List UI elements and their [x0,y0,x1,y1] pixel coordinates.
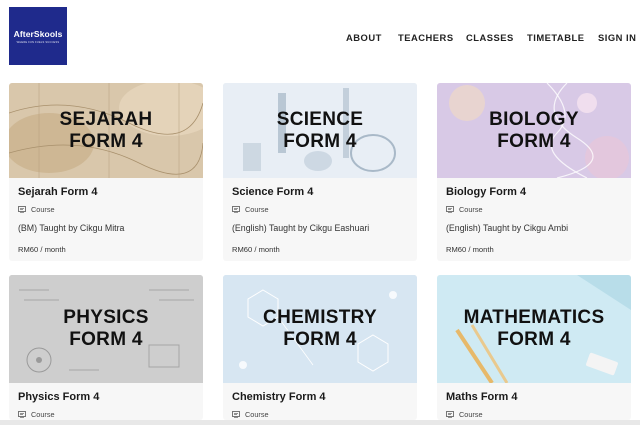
image-heading-line2: FORM 4 [69,130,143,152]
course-price: RM60 / month [446,245,494,254]
course-title[interactable]: Biology Form 4 [446,186,622,198]
course-icon [18,411,26,418]
course-title[interactable]: Maths Form 4 [446,391,622,403]
course-description: (English) Taught by Cikgu Eashuari [232,223,370,233]
image-heading-line2: FORM 4 [283,329,357,350]
course-image-biology: BIOLOGY FORM 4 [437,83,631,178]
course-type-label: Course [245,205,269,214]
image-heading-line1: PHYSICS [63,307,149,328]
course-card-physics[interactable]: PHYSICS FORM 4 Physics Form 4 Course [9,275,203,420]
image-heading-line2: FORM 4 [283,130,357,152]
course-card-chemistry[interactable]: CHEMISTRY FORM 4 Chemistry Form 4 Course [223,275,417,420]
course-type-label: Course [459,205,483,214]
course-card-mathematics[interactable]: MATHEMATICS FORM 4 Maths Form 4 Course [437,275,631,420]
image-heading-line1: CHEMISTRY [263,307,377,328]
image-heading-line2: FORM 4 [497,329,571,350]
course-type-label: Course [31,205,55,214]
course-image-physics: PHYSICS FORM 4 [9,275,203,383]
course-price: RM60 / month [18,245,66,254]
course-title[interactable]: Chemistry Form 4 [232,391,408,403]
image-heading-line2: FORM 4 [497,130,571,152]
course-description: (BM) Taught by Cikgu Mitra [18,223,125,233]
course-card-biology[interactable]: BIOLOGY FORM 4 Biology Form 4 Course (En… [437,83,631,261]
course-icon [232,411,240,418]
course-image-chemistry: CHEMISTRY FORM 4 [223,275,417,383]
image-heading-line1: SEJARAH [59,108,153,130]
image-heading-line2: FORM 4 [69,329,143,350]
course-icon [446,411,454,418]
image-heading-line1: BIOLOGY [489,108,579,130]
course-card-sejarah[interactable]: SEJARAH FORM 4 Sejarah Form 4 Course (BM… [9,83,203,261]
course-title[interactable]: Physics Form 4 [18,391,194,403]
course-image-science: SCIENCE FORM 4 [223,83,417,178]
course-type-label: Course [459,410,483,419]
course-icon [18,206,26,213]
course-icon [446,206,454,213]
course-type-label: Course [245,410,269,419]
course-description: (English) Taught by Cikgu Ambi [446,223,569,233]
course-grid: SEJARAH FORM 4 Sejarah Form 4 Course (BM… [0,0,640,425]
course-image-mathematics: MATHEMATICS FORM 4 [437,275,631,383]
course-title[interactable]: Sejarah Form 4 [18,186,194,198]
image-heading-line1: MATHEMATICS [463,307,605,328]
course-title[interactable]: Science Form 4 [232,186,408,198]
course-image-sejarah: SEJARAH FORM 4 [9,83,203,178]
bottom-scroll-edge [0,420,640,425]
course-type-label: Course [31,410,55,419]
course-card-science[interactable]: SCIENCE FORM 4 Science Form 4 Course (En… [223,83,417,261]
course-price: RM60 / month [232,245,280,254]
image-heading-line1: SCIENCE [276,108,364,130]
course-icon [232,206,240,213]
